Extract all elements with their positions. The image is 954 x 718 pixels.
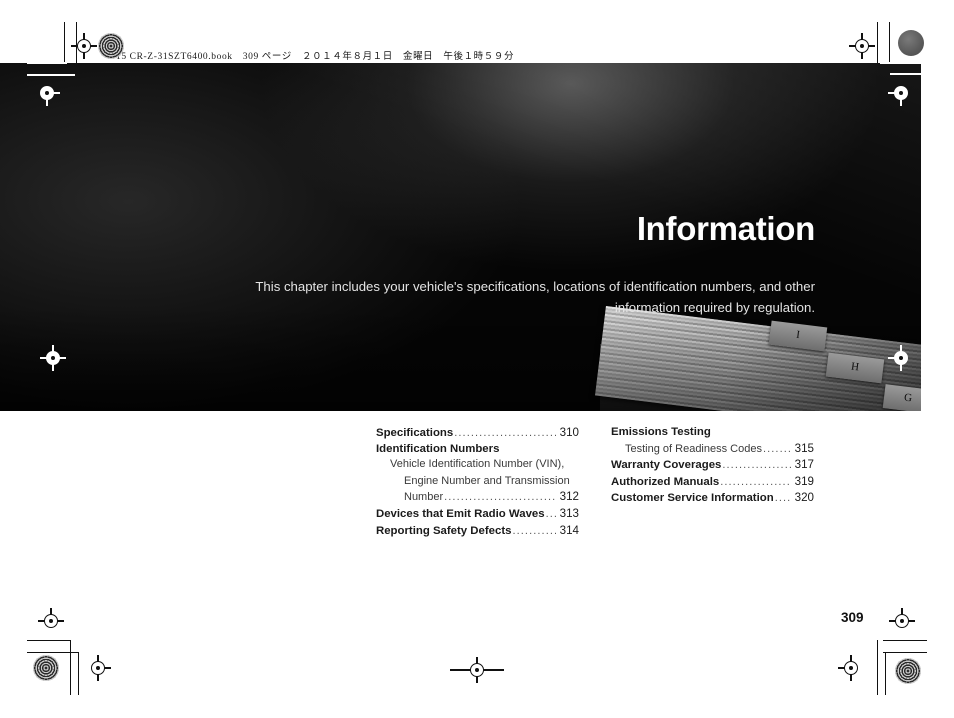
toc-leader-dots: ........................................…: [454, 427, 556, 439]
registration-mark-bottom-right-inner: [889, 608, 915, 634]
toc-entry[interactable]: Reporting Safety Defects................…: [376, 523, 579, 540]
toc-entry-label: Identification Numbers: [376, 442, 500, 455]
toc-entry-page: 317: [794, 458, 814, 472]
registration-mark-bottom-center: [450, 657, 504, 683]
toc-entry-label: Warranty Coverages: [611, 459, 722, 472]
toc-entry[interactable]: Vehicle Identification Number (VIN),: [376, 457, 579, 473]
hero-index-tab-g: G: [882, 384, 921, 411]
crop-line-tr-h1: [880, 62, 922, 64]
crop-line-tl-v1: [64, 22, 66, 63]
toc-leader-dots: ........................................…: [444, 491, 556, 504]
toc-entry-label: Customer Service Information: [611, 492, 774, 505]
crop-line-br-h1: [883, 640, 927, 642]
chapter-subtitle: This chapter includes your vehicle's spe…: [255, 279, 815, 315]
toc-entry-page: 314: [559, 523, 579, 537]
crop-line-br-h2: [883, 652, 927, 654]
toc-entry[interactable]: Devices that Emit Radio Waves...........…: [376, 506, 579, 523]
crop-line-bl-h1: [27, 640, 71, 642]
crop-line-tr-v2: [889, 22, 891, 63]
registration-mark-top-right-outer: [849, 33, 875, 59]
toc-entry[interactable]: Emissions Testing: [611, 425, 814, 441]
toc-entry-page: 310: [559, 426, 579, 439]
toc-entry-page: 320: [794, 491, 814, 505]
toc-leader-dots: ........................................…: [512, 524, 556, 537]
toc-leader-dots: ........................................…: [762, 442, 791, 455]
print-header-text: 15 CR-Z-31SZT6400.book 309 ページ ２０１４年８月１日…: [116, 52, 515, 62]
crop-line-bl-v2: [78, 652, 80, 695]
toc-entry-label: Authorized Manuals: [611, 475, 720, 488]
toc-entry-page: 319: [794, 474, 814, 488]
toc-entry[interactable]: Authorized Manuals......................…: [611, 474, 814, 491]
crop-line-br-v2: [885, 652, 887, 695]
crop-line-tr-h2: [890, 73, 922, 75]
halftone-dot-bottom-right: [895, 658, 921, 684]
toc-entry-label: Specifications: [376, 427, 454, 439]
halftone-dot-top-left: [98, 33, 124, 59]
toc-column-right: Emissions Testing Testing of Readiness Co…: [611, 425, 814, 539]
toc-column-left: Specifications..........................…: [376, 425, 579, 539]
table-of-contents: Specifications..........................…: [376, 425, 816, 539]
halftone-dot-top-right: [898, 30, 924, 56]
toc-entry-label: Vehicle Identification Number (VIN),: [390, 458, 565, 471]
toc-entry-label: Emissions Testing: [611, 426, 711, 438]
toc-entry-page: 312: [559, 490, 579, 504]
crop-line-tl-v2: [76, 22, 78, 63]
crop-line-br-v1: [877, 640, 879, 695]
toc-entry-label: Devices that Emit Radio Waves: [376, 507, 545, 520]
halftone-dot-bottom-left: [33, 655, 59, 681]
chapter-title: Information: [636, 210, 815, 247]
toc-entry[interactable]: Specifications..........................…: [376, 425, 579, 442]
registration-mark-bottom-left-outer: [85, 655, 111, 681]
toc-entry[interactable]: Customer Service Information............…: [611, 490, 814, 507]
crop-line-tl-h1: [27, 62, 67, 64]
crop-line-bl-v1: [70, 640, 72, 695]
toc-entry-label: Number: [404, 491, 444, 504]
crop-line-tr-v1: [877, 22, 879, 63]
toc-entry[interactable]: Number..................................…: [376, 489, 579, 506]
toc-entry-label: Engine Number and Transmission: [404, 474, 570, 487]
manual-page: 15 CR-Z-31SZT6400.book 309 ページ ２０１４年８月１日…: [0, 0, 954, 718]
registration-mark-bottom-right-outer: [838, 655, 864, 681]
registration-mark-bottom-left-inner: [38, 608, 64, 634]
toc-entry-label: Reporting Safety Defects: [376, 524, 512, 537]
toc-leader-dots: ........................................…: [722, 459, 791, 472]
toc-leader-dots: ........................................…: [545, 507, 556, 520]
toc-entry-page: 313: [559, 506, 579, 520]
toc-entry[interactable]: Identification Numbers: [376, 442, 579, 458]
crop-line-tl-h2: [27, 74, 75, 76]
registration-mark-top-left-outer: [71, 33, 97, 59]
toc-leader-dots: ........................................…: [720, 475, 791, 488]
chapter-opener-image: I H G Information This chapter includes …: [0, 63, 921, 411]
toc-entry-page: 315: [794, 441, 814, 455]
toc-entry-label: Testing of Readiness Codes: [625, 442, 762, 455]
page-number: 309: [841, 610, 864, 625]
toc-entry[interactable]: Testing of Readiness Codes..............…: [611, 441, 814, 458]
toc-entry[interactable]: Engine Number and Transmission: [376, 473, 579, 490]
toc-entry[interactable]: Warranty Coverages......................…: [611, 457, 814, 474]
toc-leader-dots: ........................................…: [774, 492, 791, 505]
